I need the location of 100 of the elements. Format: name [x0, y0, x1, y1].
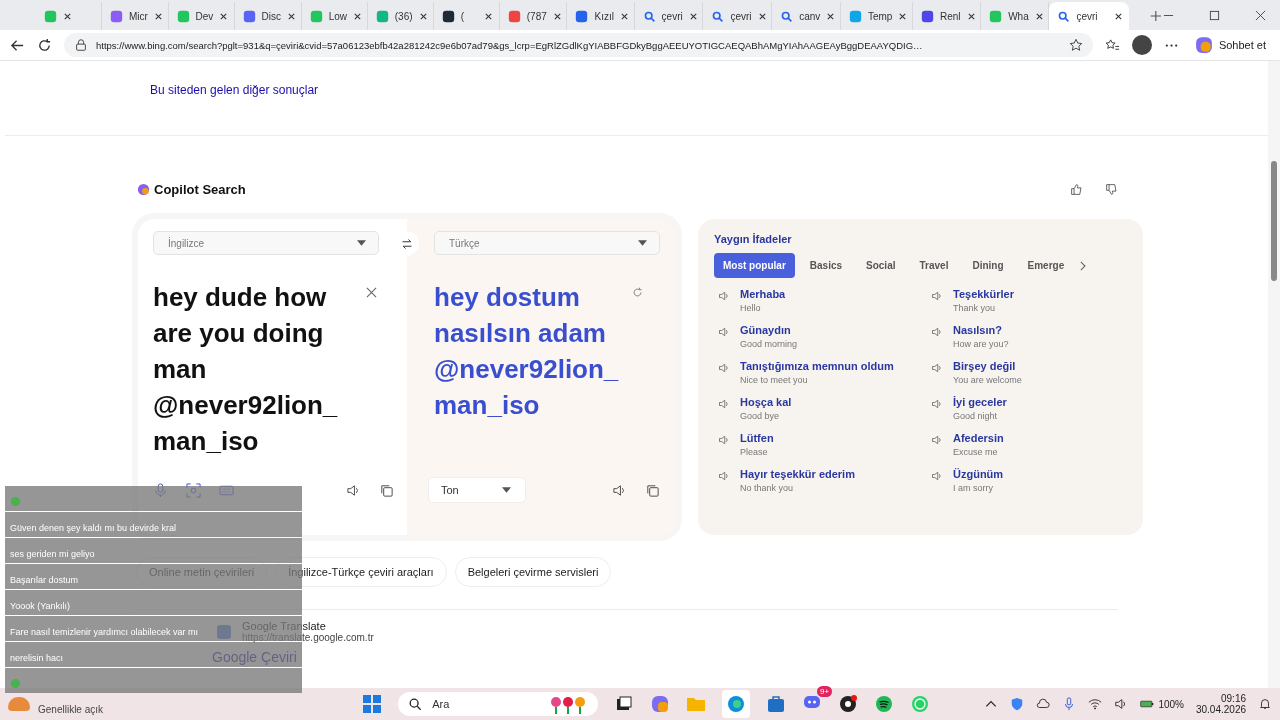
category-tab[interactable]: Emerge: [1018, 253, 1074, 278]
close-icon[interactable]: [1034, 11, 1044, 21]
maximize-icon[interactable]: [1209, 10, 1221, 21]
category-tab[interactable]: Travel: [910, 253, 958, 278]
tab-title: çevri: [1076, 10, 1099, 22]
lock-icon: [74, 38, 88, 52]
chevron-right-icon[interactable]: [1079, 260, 1087, 271]
close-icon[interactable]: [619, 11, 629, 21]
phrase-meaning: Good morning: [740, 339, 798, 349]
thumbs-up-icon[interactable]: [1070, 183, 1083, 196]
more-results-link[interactable]: Bu siteden gelen diğer sonuçlar: [0, 83, 1268, 97]
taskbar-search-field[interactable]: Ara: [398, 692, 599, 716]
browser-tab[interactable]: Micr: [102, 2, 169, 30]
speaker-icon[interactable]: [718, 434, 730, 446]
notification-badge: 9+: [817, 686, 833, 697]
start-icon[interactable]: [362, 694, 383, 714]
browser-tab[interactable]: Temp: [840, 2, 913, 30]
close-icon[interactable]: [63, 11, 72, 21]
copy-icon[interactable]: [645, 482, 660, 498]
target-language-select[interactable]: Türkçe: [434, 231, 660, 255]
scrollbar[interactable]: [1268, 61, 1280, 688]
browser-tab[interactable]: canv: [772, 2, 841, 30]
site-icon: [110, 9, 123, 23]
browser-tab[interactable]: çevri: [634, 2, 704, 30]
copilot-button[interactable]: Sohbet et: [1190, 34, 1270, 56]
cloud-icon[interactable]: [1036, 697, 1051, 711]
browser-tab[interactable]: (36): [367, 2, 434, 30]
speaker-icon[interactable]: [718, 398, 730, 410]
browser-tab[interactable]: Disc: [234, 2, 302, 30]
speaker-icon[interactable]: [931, 398, 943, 410]
close-icon[interactable]: [688, 11, 698, 21]
close-icon[interactable]: [153, 11, 163, 21]
tab-title: çevri: [730, 10, 752, 22]
tab-title: Disc: [261, 10, 282, 22]
browser-icon[interactable]: [722, 690, 751, 718]
browser-tab[interactable]: çevri: [703, 2, 773, 30]
address-field[interactable]: https://www.bing.com/search?pglt=931&q=çeviri&cvid=57a06123ebfb42a281242c9e6b07ad79&gs_lcrp=EgRlZGdlKgYIABBFGDkyBggAEEUYOTIGCAEQABhAMgYIAhAAGEAyBggDEAAYQDIG…: [64, 33, 1093, 57]
speaker-icon[interactable]: [931, 362, 943, 374]
speaker-icon[interactable]: [931, 326, 943, 338]
category-tab[interactable]: Social: [857, 253, 905, 278]
browser-tab[interactable]: çevri: [1049, 2, 1130, 30]
favorites-icon[interactable]: [1104, 37, 1120, 53]
copilot-icon[interactable]: [650, 694, 671, 714]
browser-tab[interactable]: (: [433, 2, 500, 30]
phrase-meaning: Excuse me: [953, 447, 999, 457]
close-icon[interactable]: [287, 11, 297, 21]
notification-bell-icon[interactable]: [1258, 697, 1272, 711]
music-app-icon[interactable]: [874, 694, 895, 714]
close-icon[interactable]: [1255, 10, 1267, 21]
browser-tab[interactable]: Dev: [168, 2, 235, 30]
phrase-meaning: Thank you: [953, 303, 997, 313]
new-tab-icon[interactable]: [1149, 9, 1164, 23]
category-tab[interactable]: Dining: [963, 253, 1013, 278]
source-language-select[interactable]: İngilizce: [153, 231, 379, 255]
store-icon[interactable]: [766, 694, 787, 714]
close-icon[interactable]: [757, 11, 767, 21]
close-icon[interactable]: [966, 11, 976, 21]
clear-icon[interactable]: [366, 287, 377, 298]
speaker-icon[interactable]: [718, 470, 730, 482]
wifi-icon[interactable]: [1088, 697, 1103, 711]
speaker-icon[interactable]: [931, 434, 943, 446]
shield-icon[interactable]: [1010, 697, 1025, 711]
profile-avatar[interactable]: [1131, 35, 1152, 55]
close-icon[interactable]: [552, 11, 562, 21]
copilot-icon: [1194, 36, 1213, 54]
speaker-icon[interactable]: [931, 290, 943, 302]
chat-message-text: Fare nasıl temizlenir yardımcı olabilecek var mı: [10, 627, 199, 637]
speaker-icon[interactable]: [718, 326, 730, 338]
category-tab[interactable]: Most popular: [714, 253, 795, 278]
record-app-icon[interactable]: [838, 694, 859, 714]
browser-tab[interactable]: Renl: [912, 2, 982, 30]
star-icon[interactable]: [1068, 38, 1083, 52]
close-icon[interactable]: [219, 11, 229, 21]
browser-tab[interactable]: (787: [499, 2, 568, 30]
search-icon: [780, 9, 794, 23]
site-icon: [441, 9, 455, 23]
close-icon[interactable]: [483, 11, 493, 21]
close-icon[interactable]: [826, 11, 836, 21]
reload-icon[interactable]: [37, 37, 52, 53]
browser-tab[interactable]: Low: [301, 2, 368, 30]
speaker-icon[interactable]: [612, 482, 627, 498]
source-text[interactable]: hey dude how are you doing man @never92lion_man_iso: [153, 279, 358, 459]
category-tab[interactable]: Basics: [800, 253, 852, 278]
speaker-icon[interactable]: [718, 290, 730, 302]
phrase-meaning: Nice to meet you: [740, 375, 809, 385]
close-icon[interactable]: [1114, 11, 1124, 21]
tone-select[interactable]: Ton: [428, 477, 526, 503]
thumbs-down-icon[interactable]: [1105, 183, 1118, 196]
speaker-icon[interactable]: [718, 362, 730, 374]
browser-tab[interactable]: Kızıl: [567, 2, 635, 30]
copy-icon[interactable]: [379, 482, 394, 498]
close-icon[interactable]: [353, 11, 363, 21]
speaker-icon[interactable]: [346, 482, 361, 498]
site-icon: [920, 9, 934, 23]
close-icon[interactable]: [898, 11, 908, 21]
site-icon: [989, 9, 1003, 23]
site-icon: [309, 9, 323, 23]
close-icon[interactable]: [418, 11, 428, 21]
speaker-icon[interactable]: [931, 470, 943, 482]
related-search-chip[interactable]: Belgeleri çevirme servisleri: [454, 557, 612, 587]
